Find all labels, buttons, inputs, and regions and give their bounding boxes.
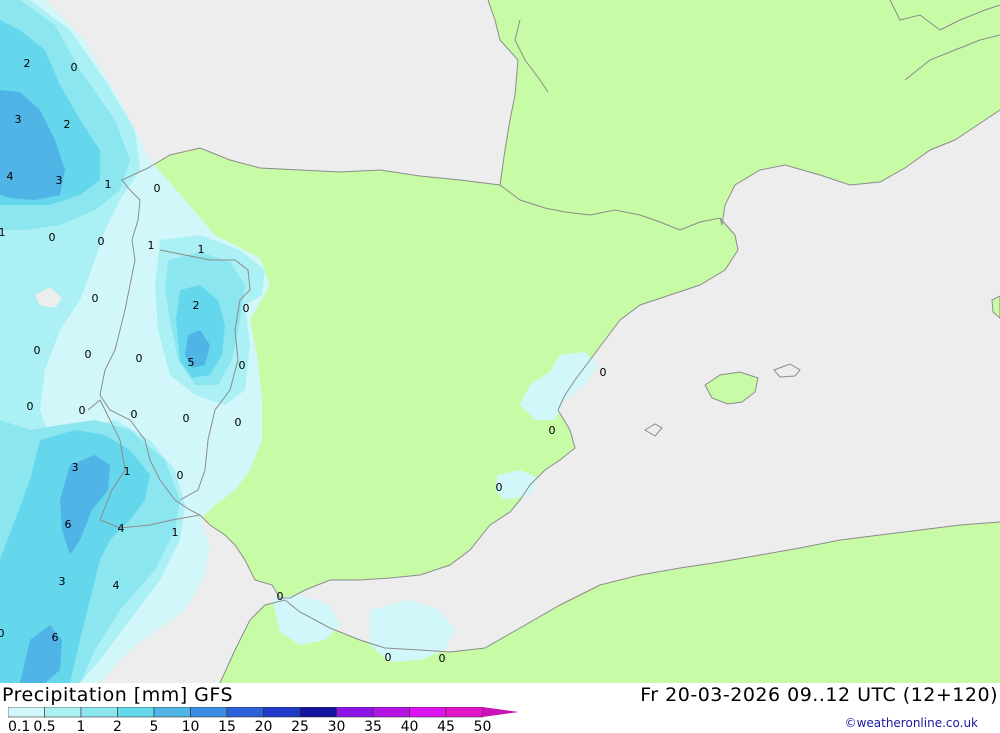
precip-value-label: 5: [188, 356, 195, 369]
legend-swatch: [44, 707, 82, 718]
precip-value-label: 4: [118, 522, 125, 535]
precip-value-label: 0: [243, 302, 250, 315]
legend-swatch: [226, 707, 264, 718]
precip-value-label: 1: [198, 243, 205, 256]
precip-value-label: 0: [27, 400, 34, 413]
legend-label: 30: [328, 719, 346, 733]
legend-swatch: [372, 707, 410, 718]
legend-label: 15: [218, 719, 236, 733]
precip-value-label: 1: [172, 526, 179, 539]
precip-value-label: 0: [85, 348, 92, 361]
legend-swatch: [445, 707, 483, 718]
legend-swatch: [336, 707, 374, 718]
legend-label: 0.5: [33, 719, 55, 733]
precip-value-label: 0: [98, 235, 105, 248]
legend-swatch: [80, 707, 118, 718]
legend-swatch: [263, 707, 301, 718]
legend-label: 5: [150, 719, 159, 733]
footer-bar: Precipitation [mm] GFS Fr 20-03-2026 09.…: [0, 683, 1000, 733]
precip-value-label: 0: [177, 469, 184, 482]
precip-value-label: 0: [600, 366, 607, 379]
legend-label: 40: [401, 719, 419, 733]
precip-value-label: 0: [49, 231, 56, 244]
legend-arrow: [482, 707, 519, 717]
legend-label: 25: [291, 719, 309, 733]
legend-swatch: [8, 707, 45, 718]
legend-swatch: [409, 707, 447, 718]
legend-label: 10: [182, 719, 200, 733]
legend-swatch: [117, 707, 155, 718]
precip-value-label: 0: [439, 652, 446, 665]
precip-value-label: 0: [154, 182, 161, 195]
precip-value-label: 0: [131, 408, 138, 421]
precip-value-label: 0: [549, 424, 556, 437]
legend-label: 35: [364, 719, 382, 733]
legend-label: 50: [474, 719, 492, 733]
legend-swatch: [299, 707, 337, 718]
legend-label: 2: [113, 719, 122, 733]
precip-value-label: 0: [34, 344, 41, 357]
precip-value-label: 0: [496, 481, 503, 494]
precip-value-label: 3: [59, 575, 66, 588]
precip-value-label: 0: [92, 292, 99, 305]
precip-value-label: 0: [235, 416, 242, 429]
precip-value-label: 4: [7, 170, 14, 183]
legend-label: 45: [437, 719, 455, 733]
precip-value-label: 0: [239, 359, 246, 372]
legend-swatch: [190, 707, 228, 718]
precip-value-label: 1: [148, 239, 155, 252]
legend-swatch: [153, 707, 191, 718]
precipitation-map: 2 0 3 2 4 3 1 0 1 0 0 1 1 0 2 0 0 0 0 5 …: [0, 0, 1000, 683]
precip-value-label: 0: [0, 627, 5, 640]
precip-value-label: 6: [52, 631, 59, 644]
credit-link[interactable]: ©weatheronline.co.uk: [845, 716, 978, 730]
legend-label: 0.1: [8, 719, 30, 733]
precip-value-label: 6: [65, 518, 72, 531]
precip-value-label: 1: [124, 465, 131, 478]
precip-value-label: 0: [277, 590, 284, 603]
precip-value-label: 0: [71, 61, 78, 74]
valid-time-label: Fr 20-03-2026 09..12 UTC (12+120): [640, 684, 998, 706]
precip-value-label: 2: [193, 299, 200, 312]
precip-value-label: 1: [0, 226, 6, 239]
precip-value-label: 3: [15, 113, 22, 126]
precip-value-label: 3: [72, 461, 79, 474]
precip-value-label: 2: [24, 57, 31, 70]
legend-label: 1: [77, 719, 86, 733]
precip-value-label: 0: [79, 404, 86, 417]
precip-value-label: 4: [113, 579, 120, 592]
precip-value-label: 0: [136, 352, 143, 365]
color-scale-legend: 0.1 0.5 1 2 5 10 15 20 25 30 35 40 45 50: [8, 707, 519, 733]
precip-value-label: 3: [56, 174, 63, 187]
legend-label: 20: [255, 719, 273, 733]
precip-value-label: 0: [183, 412, 190, 425]
precip-value-label: 1: [105, 178, 112, 191]
precip-value-label: 0: [385, 651, 392, 664]
product-title: Precipitation [mm] GFS: [2, 684, 234, 706]
precip-value-label: 2: [64, 118, 71, 131]
